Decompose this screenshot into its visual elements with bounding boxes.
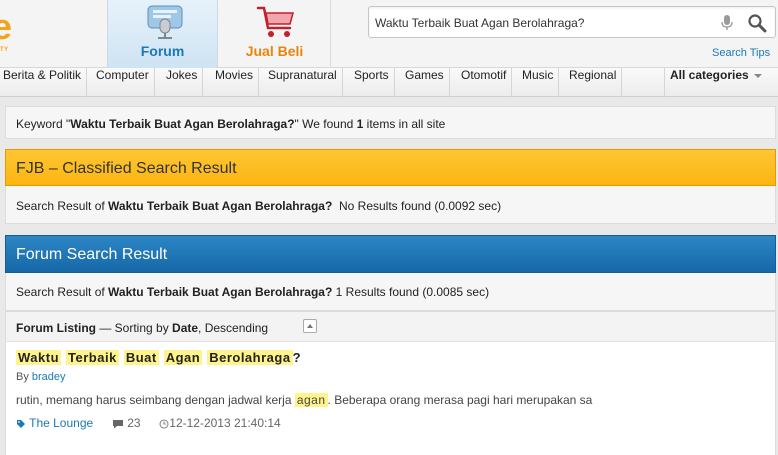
tab-forum-label: Forum bbox=[140, 43, 185, 59]
listing-label: Forum Listing bbox=[16, 321, 96, 335]
category-jokes[interactable]: Jokes bbox=[161, 68, 204, 97]
category-games[interactable]: Games bbox=[400, 68, 450, 97]
result-title-link[interactable]: Waktu Terbaik Buat Agan Berolahraga? bbox=[16, 350, 766, 365]
category-bar: Berita & Politik Computer Jokes Movies S… bbox=[0, 68, 778, 97]
title-end: ? bbox=[292, 350, 301, 365]
search-box bbox=[368, 6, 776, 38]
forum-prefix: Search Result of bbox=[16, 285, 109, 299]
author-link[interactable]: bradey bbox=[32, 371, 66, 383]
forum-query: Waktu Terbaik Buat Agan Berolahraga? bbox=[108, 285, 333, 299]
result-snippet: rutin, memang harus seimbang dengan jadw… bbox=[16, 393, 766, 407]
logo-mark: e bbox=[0, 6, 13, 47]
search-input[interactable] bbox=[375, 13, 715, 33]
listing-sort-bar: Forum Listing — Sorting by Date, Descend… bbox=[6, 312, 775, 342]
snippet-after: . Beberapa orang merasa pagi hari merupa… bbox=[327, 393, 593, 407]
category-computer[interactable]: Computer bbox=[91, 68, 155, 97]
sort-toggle-button[interactable] bbox=[303, 319, 317, 333]
comment-count: 23 bbox=[127, 416, 141, 430]
keyword-suffix: items in all site bbox=[363, 117, 446, 131]
search-icon[interactable] bbox=[747, 13, 767, 33]
tab-jual-beli[interactable]: Jual Beli bbox=[219, 0, 330, 68]
fjb-result-count: No Results found (0.0092 sec) bbox=[332, 199, 502, 213]
result-meta: The Lounge 23 12-12-2013 21:40:14 bbox=[16, 416, 766, 430]
by-label: By bbox=[16, 371, 32, 383]
category-berita-politik[interactable]: Berita & Politik bbox=[0, 68, 88, 97]
fjb-section-header: FJB – Classified Search Result bbox=[5, 149, 776, 186]
all-categories-dropdown[interactable]: All categories bbox=[664, 68, 767, 97]
category-music[interactable]: Music bbox=[517, 68, 560, 97]
clock-icon bbox=[159, 419, 169, 429]
listing-sort-text: Forum Listing — Sorting by Date, Descend… bbox=[16, 321, 268, 335]
title-word: Terbaik bbox=[66, 350, 119, 365]
site-logo[interactable]: e TY bbox=[0, 0, 18, 68]
all-categories-label: All categories bbox=[670, 68, 749, 82]
tag-icon bbox=[17, 419, 25, 428]
result-author-line: By bradey bbox=[16, 371, 766, 383]
category-link[interactable]: The Lounge bbox=[29, 416, 93, 430]
list-item: Waktu Terbaik Buat Agan Berolahraga? By brad… bbox=[16, 350, 766, 430]
logo-tagline: TY bbox=[0, 47, 9, 53]
voice-search-icon[interactable] bbox=[720, 14, 734, 32]
tab-jual-beli-label: Jual Beli bbox=[245, 43, 304, 59]
header: e TY Forum Jual Beli Waktu Terbaik Buat … bbox=[0, 0, 778, 68]
microphone-icon bbox=[147, 5, 183, 39]
snippet-highlight: agan bbox=[294, 393, 328, 407]
category-supranatural[interactable]: Supranatural bbox=[263, 68, 343, 97]
category-movies[interactable]: Movies bbox=[210, 68, 260, 97]
keyword-summary: Keyword "Waktu Terbaik Buat Agan Berolah… bbox=[5, 106, 776, 139]
keyword-query: Waktu Terbaik Buat Agan Berolahraga? bbox=[70, 117, 295, 131]
forum-section-title: Forum Search Result bbox=[16, 246, 168, 263]
keyword-summary-text: Keyword "Waktu Terbaik Buat Agan Berolah… bbox=[16, 117, 445, 131]
search-tips-link[interactable]: Search Tips bbox=[712, 47, 770, 59]
comment-icon bbox=[112, 419, 123, 429]
forum-result-text: Search Result of Waktu Terbaik Buat Agan… bbox=[16, 285, 489, 299]
forum-result-summary: Search Result of Waktu Terbaik Buat Agan… bbox=[5, 273, 776, 311]
fjb-result-summary: Search Result of Waktu Terbaik Buat Agan… bbox=[5, 186, 776, 224]
title-word: Berolahraga bbox=[207, 350, 293, 365]
header-divider bbox=[330, 0, 331, 68]
title-word: Waktu bbox=[16, 350, 62, 365]
fjb-prefix: Search Result of bbox=[16, 199, 109, 213]
category-regional[interactable]: Regional bbox=[564, 68, 623, 97]
category-otomotif[interactable]: Otomotif bbox=[456, 68, 513, 97]
fjb-section-title: FJB – Classified Search Result bbox=[16, 160, 237, 177]
tab-forum[interactable]: Forum bbox=[107, 0, 218, 68]
result-date: 12-12-2013 21:40:14 bbox=[169, 416, 281, 430]
forum-section-header: Forum Search Result bbox=[5, 235, 776, 273]
category-sports[interactable]: Sports bbox=[349, 68, 395, 97]
listing-sort-field: Date bbox=[172, 321, 199, 335]
keyword-middle: " We found bbox=[294, 117, 357, 131]
snippet-before: rutin, memang harus seimbang dengan jadw… bbox=[16, 393, 295, 407]
chevron-down-icon bbox=[753, 73, 762, 78]
fjb-result-text: Search Result of Waktu Terbaik Buat Agan… bbox=[16, 199, 501, 213]
title-word: Agan bbox=[163, 350, 203, 365]
forum-result-count: 1 Results found (0.0085 sec) bbox=[332, 285, 490, 299]
forum-listing: Forum Listing — Sorting by Date, Descend… bbox=[5, 311, 776, 455]
shopping-cart-icon bbox=[256, 6, 294, 37]
title-word: Buat bbox=[123, 350, 159, 365]
fjb-query: Waktu Terbaik Buat Agan Berolahraga? bbox=[108, 199, 333, 213]
listing-sort-order: , Descending bbox=[198, 321, 269, 335]
listing-sort-prefix: — Sorting by bbox=[96, 321, 173, 335]
keyword-prefix: Keyword " bbox=[16, 117, 71, 131]
